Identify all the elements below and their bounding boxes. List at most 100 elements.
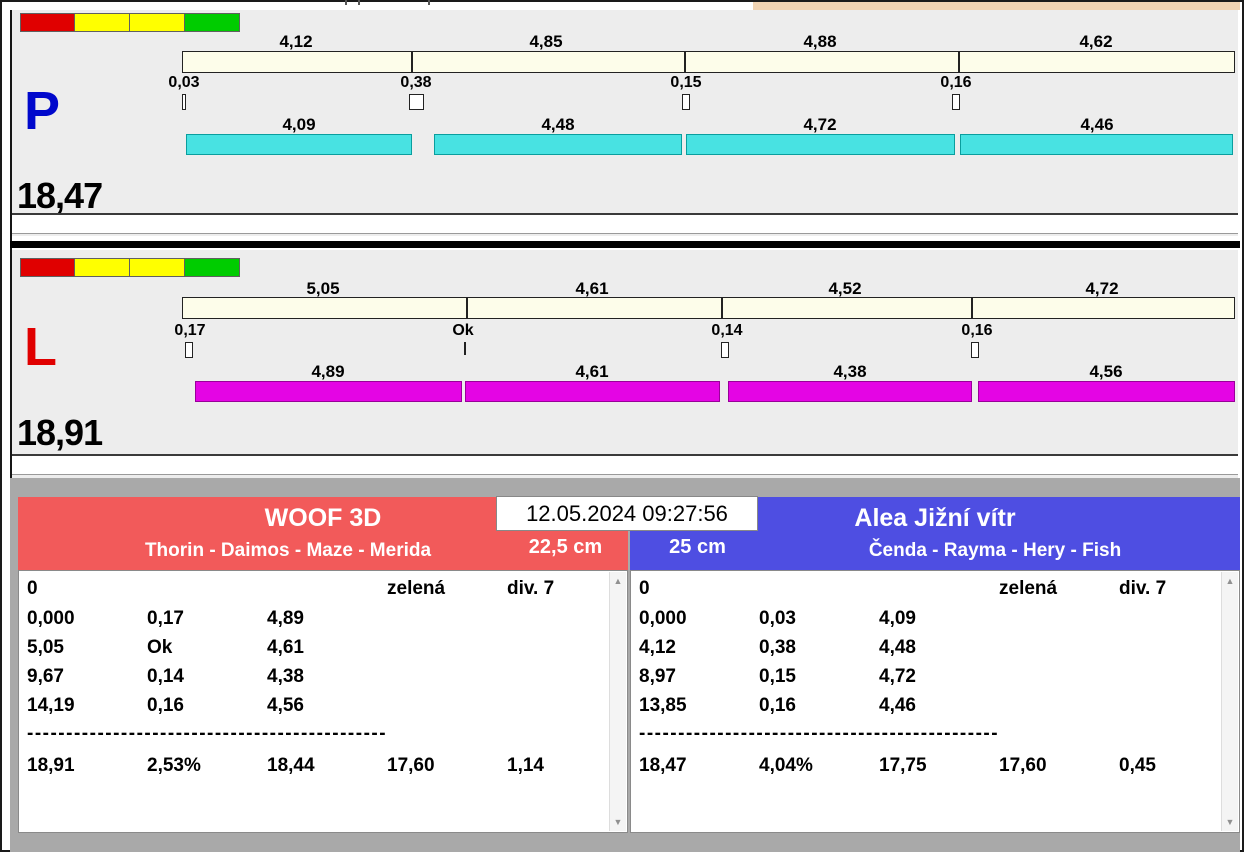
- scroll-down-icon[interactable]: ▼: [610, 815, 626, 829]
- scroll-up-icon[interactable]: ▲: [610, 574, 626, 588]
- pass-time: Ok: [452, 322, 473, 340]
- results-table-right: 0 zelená div. 7 0,000 0,03 4,09 4,12 0,3…: [630, 570, 1240, 833]
- table-row: 0 zelená div. 7: [631, 578, 1211, 602]
- cell: zelená: [999, 578, 1057, 600]
- cell: 0,14: [147, 666, 184, 688]
- cell: 14,19: [27, 695, 75, 717]
- cell: 18,91: [27, 755, 75, 777]
- pass-marker-box: [682, 94, 690, 110]
- table-row: 5,05 Ok 4,61: [19, 637, 599, 661]
- pass-marker-box: [409, 94, 424, 110]
- table-separator: ----------------------------------------…: [27, 723, 467, 745]
- pass-marker-box: [721, 342, 729, 358]
- cell: 0,03: [759, 608, 796, 630]
- team-dogs-left: Thorin - Daimos - Maze - Merida: [48, 540, 528, 562]
- cell: 0,000: [639, 608, 687, 630]
- pass-time: 0,16: [961, 322, 992, 340]
- split-bar: [182, 297, 1235, 319]
- results-table-left: 0 zelená div. 7 0,000 0,17 4,89 5,05 Ok …: [18, 570, 628, 833]
- cell: 4,09: [879, 608, 916, 630]
- pass-marker-box: [971, 342, 979, 358]
- cell: 5,05: [27, 637, 64, 659]
- cell: 2,53%: [147, 755, 201, 777]
- scrollbar[interactable]: ▲ ▼: [1221, 572, 1238, 831]
- lane-panel-l: 5,05 4,61 4,52 4,72 0,17 Ok 0,14 0,16 4,…: [12, 250, 1238, 478]
- cell: 0: [27, 578, 38, 600]
- lane-status-strip: [12, 213, 1238, 234]
- split-time-top: 5,05: [306, 279, 339, 299]
- split-time-top: 4,61: [575, 279, 608, 299]
- start-lights: [20, 258, 240, 277]
- split-bar: [182, 51, 1235, 73]
- table-row: 0,000 0,17 4,89: [19, 608, 599, 632]
- table-row: 8,97 0,15 4,72: [631, 666, 1211, 690]
- cell: 17,60: [999, 755, 1047, 777]
- dog-time-bar: [195, 381, 462, 402]
- pass-time: 0,15: [670, 74, 701, 92]
- pass-time: 0,14: [711, 322, 742, 340]
- lane-status-strip: [12, 454, 1238, 475]
- jump-height-right: 25 cm: [645, 536, 750, 559]
- dog-time-bar: [978, 381, 1235, 402]
- split-tick: [411, 52, 413, 72]
- split-time-top: 4,72: [1085, 279, 1118, 299]
- split-tick: [466, 298, 468, 318]
- cell: div. 7: [1119, 578, 1166, 600]
- dog-time: 4,61: [575, 362, 608, 382]
- window-artifact: [358, 0, 360, 5]
- cell: 0: [639, 578, 650, 600]
- cell: 0,17: [147, 608, 184, 630]
- app-window: 4,12 4,85 4,88 4,62 0,03 0,38 0,15 0,16 …: [0, 0, 1244, 852]
- start-light-yellow-icon: [75, 13, 130, 32]
- split-tick: [721, 298, 723, 318]
- scroll-up-icon[interactable]: ▲: [1222, 574, 1238, 588]
- cell: 0,45: [1119, 755, 1156, 777]
- table-row: 13,85 0,16 4,46: [631, 695, 1211, 719]
- dog-time: 4,72: [803, 115, 836, 135]
- lane-total-p: 18,47: [17, 178, 102, 214]
- pass-marker-box: [952, 94, 960, 110]
- cell: 4,56: [267, 695, 304, 717]
- cell: 8,97: [639, 666, 676, 688]
- dog-time-bar: [960, 134, 1233, 155]
- team-dogs-right: Čenda - Rayma - Hery - Fish: [760, 540, 1230, 562]
- cell: 4,72: [879, 666, 916, 688]
- cell: 0,15: [759, 666, 796, 688]
- cell: 13,85: [639, 695, 687, 717]
- scroll-down-icon[interactable]: ▼: [1222, 815, 1238, 829]
- start-light-yellow-icon: [75, 258, 130, 277]
- cell: 4,89: [267, 608, 304, 630]
- cell: 1,14: [507, 755, 544, 777]
- scrollbar[interactable]: ▲ ▼: [609, 572, 626, 831]
- table-row: 0 zelená div. 7: [19, 578, 599, 602]
- cell: 4,48: [879, 637, 916, 659]
- window-artifact: [428, 0, 430, 5]
- table-row: 9,67 0,14 4,38: [19, 666, 599, 690]
- start-light-red-icon: [20, 13, 75, 32]
- lane-letter-p: P: [24, 84, 60, 138]
- cell: 4,46: [879, 695, 916, 717]
- start-light-yellow2-icon: [130, 258, 185, 277]
- pass-time: 0,16: [940, 74, 971, 92]
- dog-time: 4,38: [833, 362, 866, 382]
- lane-panel-p: 4,12 4,85 4,88 4,62 0,03 0,38 0,15 0,16 …: [12, 10, 1238, 236]
- pass-time: 0,38: [400, 74, 431, 92]
- pass-marker-box: [182, 94, 186, 110]
- dog-time-bar: [686, 134, 955, 155]
- cell: zelená: [387, 578, 445, 600]
- split-tick: [684, 52, 686, 72]
- cell: 4,12: [639, 637, 676, 659]
- table-row: 14,19 0,16 4,56: [19, 695, 599, 719]
- dog-time-bar: [465, 381, 720, 402]
- table-total-row: 18,47 4,04% 17,75 17,60 0,45: [631, 755, 1211, 779]
- start-light-yellow2-icon: [130, 13, 185, 32]
- split-time-top: 4,52: [828, 279, 861, 299]
- cell: 18,44: [267, 755, 315, 777]
- background-window-strip: [753, 2, 1240, 10]
- split-tick: [958, 52, 960, 72]
- dog-time: 4,56: [1089, 362, 1122, 382]
- table-row: 0,000 0,03 4,09: [631, 608, 1211, 632]
- window-artifact: [345, 0, 347, 5]
- pass-time: 0,03: [168, 74, 199, 92]
- start-light-green-icon: [185, 13, 240, 32]
